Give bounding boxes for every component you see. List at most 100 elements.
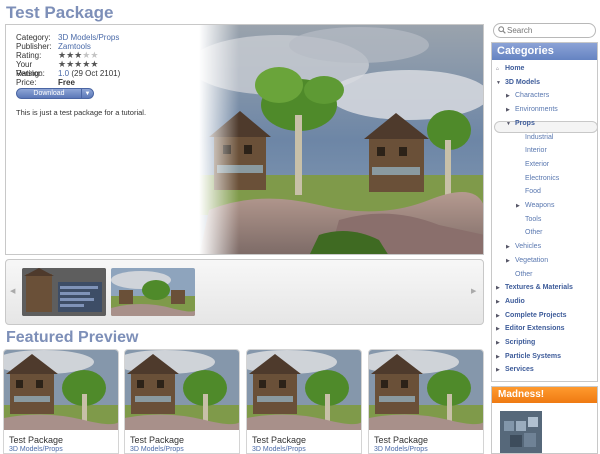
your-rating-label: Your Rating: <box>16 60 42 78</box>
featured-card[interactable]: Test Package 3D Models/Props <box>368 349 484 454</box>
strip-left-arrow-icon[interactable]: ◀ <box>10 287 15 295</box>
category-label: Scripting <box>505 339 536 346</box>
info-row-price: Price: Free <box>16 78 206 87</box>
category-label: Textures & Materials <box>505 284 573 292</box>
thumbnail-1-image <box>22 268 106 316</box>
triangle-right-icon[interactable]: ▶ <box>496 324 505 334</box>
info-row-version: Version: 1.0 (29 Oct 2101) <box>16 69 206 78</box>
featured-card-title[interactable]: Test Package <box>130 435 184 445</box>
category-item[interactable]: ▶ Complete Projects <box>496 311 566 321</box>
category-item[interactable]: Electronics <box>525 174 559 184</box>
triangle-right-icon[interactable]: ▶ <box>506 256 515 266</box>
triangle-right-icon[interactable]: ▶ <box>506 242 515 252</box>
category-item[interactable]: ▶ Scripting <box>496 338 535 348</box>
category-item[interactable]: Other <box>525 228 543 238</box>
download-label: Download <box>33 90 65 97</box>
category-item[interactable]: ▶ Particle Systems <box>496 352 561 362</box>
package-info: Category: 3D Models/Props Publisher: Zam… <box>16 33 206 87</box>
info-row-category: Category: 3D Models/Props <box>16 33 206 42</box>
category-item[interactable]: Industrial <box>525 133 553 143</box>
featured-card-category[interactable]: 3D Models/Props <box>252 446 306 453</box>
category-item[interactable]: ▶ Textures & Materials <box>496 283 573 293</box>
category-item[interactable]: ⌂ Home <box>496 64 524 74</box>
category-label: Category: <box>16 33 51 42</box>
category-label: Audio <box>505 297 525 305</box>
featured-card[interactable]: Test Package 3D Models/Props <box>3 349 119 454</box>
page-title: Test Package <box>6 3 114 22</box>
star-icon: ★ <box>90 59 99 69</box>
category-item[interactable]: ▶ Editor Extensions <box>496 324 565 334</box>
category-item[interactable]: ▶ Characters <box>506 91 549 101</box>
category-label: Weapons <box>525 202 555 209</box>
category-item[interactable]: ▼ Props <box>506 119 535 129</box>
triangle-right-icon[interactable]: ▶ <box>496 365 505 375</box>
featured-card-image[interactable] <box>247 350 361 430</box>
search-box[interactable] <box>493 23 596 38</box>
category-label: Other <box>515 270 533 278</box>
featured-card-category[interactable]: 3D Models/Props <box>374 446 428 453</box>
category-label: Vegetation <box>515 256 549 264</box>
triangle-right-icon[interactable]: ▶ <box>496 311 505 321</box>
thumbnail-2[interactable] <box>111 268 195 316</box>
category-item[interactable]: Exterior <box>525 160 549 170</box>
category-label: Services <box>505 366 534 374</box>
featured-card-title[interactable]: Test Package <box>9 435 63 445</box>
featured-card-category[interactable]: 3D Models/Props <box>9 446 63 453</box>
package-description: This is just a test package for a tutori… <box>16 108 147 117</box>
featured-card[interactable]: Test Package 3D Models/Props <box>124 349 240 454</box>
featured-card-image[interactable] <box>369 350 483 430</box>
price-label: Price: <box>16 78 37 87</box>
category-item[interactable]: ▶ Audio <box>496 297 525 307</box>
category-item[interactable]: ▶ Vehicles <box>506 242 541 252</box>
category-item[interactable]: Food <box>525 187 541 197</box>
promo-panel: Madness! <box>491 386 598 454</box>
hero-screenshot <box>199 25 483 254</box>
category-label: Exterior <box>525 160 550 168</box>
category-item[interactable]: Interior <box>525 146 547 156</box>
category-item[interactable]: Tools <box>525 215 541 225</box>
star-icon: ★ <box>66 59 75 69</box>
category-item[interactable]: ▶ Vegetation <box>506 256 548 266</box>
your-rating-stars[interactable]: ★★★★★ <box>58 60 98 69</box>
thumbnail-1[interactable] <box>22 268 106 316</box>
category-item[interactable]: Other <box>515 270 533 280</box>
triangle-right-icon[interactable]: ▶ <box>496 352 505 362</box>
triangle-right-icon[interactable]: ▶ <box>496 297 505 307</box>
version-number: 1.0 <box>58 69 70 78</box>
version-label: Version: <box>16 69 45 78</box>
featured-card-image[interactable] <box>125 350 239 430</box>
triangle-down-icon[interactable]: ▼ <box>506 119 515 129</box>
featured-card-title[interactable]: Test Package <box>252 435 306 445</box>
featured-heading: Featured Preview <box>6 329 139 346</box>
category-item[interactable]: ▶ Weapons <box>516 201 554 211</box>
category-label: Home <box>505 65 525 72</box>
category-link[interactable]: 3D Models/Props <box>58 33 119 42</box>
download-button[interactable]: Download ▼ <box>16 88 94 99</box>
star-icon: ★ <box>58 59 67 69</box>
triangle-right-icon[interactable]: ▶ <box>516 201 525 211</box>
featured-card[interactable]: Test Package 3D Models/Props <box>246 349 362 454</box>
triangle-down-icon[interactable]: ▼ <box>496 78 505 88</box>
search-icon <box>498 26 506 34</box>
triangle-right-icon[interactable]: ▶ <box>506 91 515 101</box>
triangle-right-icon[interactable]: ▶ <box>496 283 505 293</box>
dropdown-arrow-icon[interactable]: ▼ <box>81 89 93 98</box>
category-item[interactable]: ▼ 3D Models <box>496 78 540 88</box>
package-detail-panel: Category: 3D Models/Props Publisher: Zam… <box>5 24 484 255</box>
category-label: Food <box>525 188 541 196</box>
featured-card-category[interactable]: 3D Models/Props <box>130 446 184 453</box>
search-input[interactable] <box>507 25 592 36</box>
category-label: Other <box>525 229 543 237</box>
home-icon: ⌂ <box>496 66 500 72</box>
category-item[interactable]: ▶ Services <box>496 365 534 375</box>
promo-image[interactable] <box>500 411 542 453</box>
triangle-right-icon[interactable]: ▶ <box>506 105 515 115</box>
featured-card-title[interactable]: Test Package <box>374 435 428 445</box>
triangle-right-icon[interactable]: ▶ <box>496 338 505 348</box>
category-label: Environments <box>515 106 558 114</box>
category-item[interactable]: ▶ Environments <box>506 105 558 115</box>
category-label: 3D Models <box>505 78 541 86</box>
strip-right-arrow-icon[interactable]: ▶ <box>471 287 476 295</box>
featured-card-image[interactable] <box>4 350 118 430</box>
category-label: Complete Projects <box>505 311 567 319</box>
